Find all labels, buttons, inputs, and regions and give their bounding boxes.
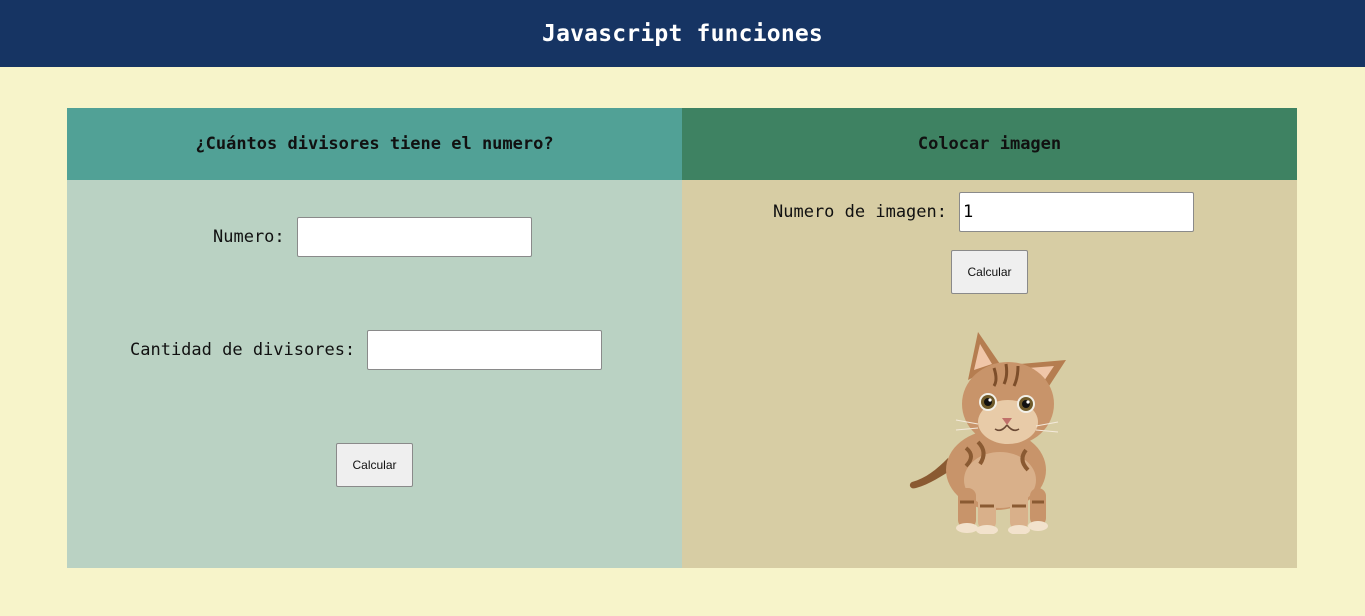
numero-input[interactable]	[296, 217, 532, 257]
numero-imagen-label: Numero de imagen:	[773, 202, 947, 222]
divisores-panel: ¿Cuántos divisores tiene el numero? Nume…	[67, 108, 682, 568]
page-header: Javascript funciones	[0, 0, 1365, 67]
calcular-divisores-button[interactable]: Calcular	[336, 443, 413, 487]
divisores-panel-header: ¿Cuántos divisores tiene el numero?	[67, 108, 682, 180]
numero-row: Numero:	[213, 217, 532, 257]
cantidad-row: Cantidad de divisores:	[130, 330, 603, 370]
cantidad-divisores-input[interactable]	[367, 330, 603, 370]
imagen-panel-header: Colocar imagen	[682, 108, 1297, 180]
numero-imagen-input[interactable]	[959, 192, 1194, 232]
divisores-panel-title: ¿Cuántos divisores tiene el numero?	[195, 134, 554, 154]
kitten-image	[908, 330, 1068, 535]
cantidad-divisores-label: Cantidad de divisores:	[130, 340, 356, 360]
imagen-panel: Colocar imagen Numero de imagen: Calcula…	[682, 108, 1297, 568]
imagen-panel-title: Colocar imagen	[917, 134, 1062, 154]
page-title: Javascript funciones	[542, 20, 823, 47]
numero-label: Numero:	[213, 227, 285, 247]
numero-imagen-row: Numero de imagen:	[773, 192, 1194, 232]
calcular-imagen-button[interactable]: Calcular	[951, 250, 1028, 294]
